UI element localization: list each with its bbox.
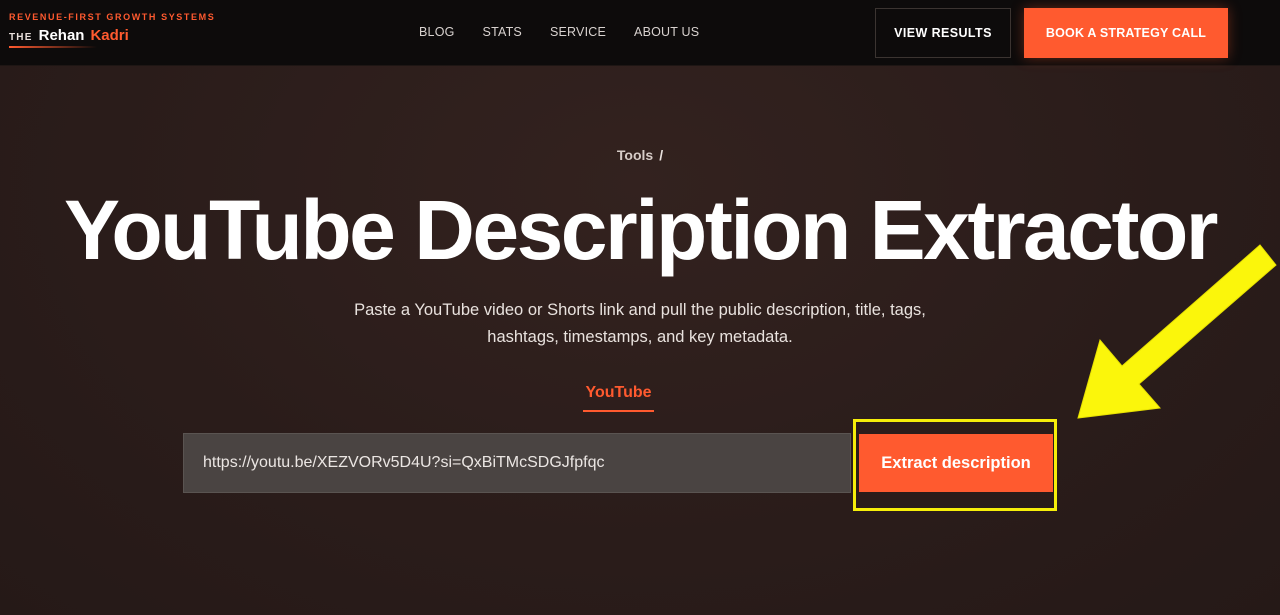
brand-the: THE bbox=[9, 32, 33, 43]
nav-about-us[interactable]: ABOUT US bbox=[634, 25, 699, 39]
site-header: REVENUE-FIRST GROWTH SYSTEMS THE Rehan K… bbox=[0, 0, 1280, 66]
brand-underline bbox=[9, 46, 97, 48]
nav-service[interactable]: SERVICE bbox=[550, 25, 606, 39]
brand-logo[interactable]: REVENUE-FIRST GROWTH SYSTEMS THE Rehan K… bbox=[9, 12, 215, 48]
view-results-button[interactable]: VIEW RESULTS bbox=[875, 8, 1011, 58]
breadcrumb-tools[interactable]: Tools bbox=[617, 147, 653, 163]
arrow-pointer-icon bbox=[1077, 244, 1277, 419]
brand-name-last: Kadri bbox=[90, 27, 129, 44]
youtube-url-input[interactable] bbox=[183, 433, 851, 493]
extract-description-button[interactable]: Extract description bbox=[859, 434, 1053, 492]
brand-name-first: Rehan bbox=[38, 27, 85, 44]
page-subtitle: Paste a YouTube video or Shorts link and… bbox=[354, 301, 926, 346]
page: REVENUE-FIRST GROWTH SYSTEMS THE Rehan K… bbox=[0, 0, 1280, 615]
brand-name-row: THE Rehan Kadri bbox=[9, 27, 215, 44]
nav-stats[interactable]: STATS bbox=[483, 25, 522, 39]
brand-tagline: REVENUE-FIRST GROWTH SYSTEMS bbox=[9, 12, 216, 22]
main-nav: BLOG STATS SERVICE ABOUT US bbox=[419, 25, 699, 39]
breadcrumb-separator: / bbox=[659, 147, 664, 163]
nav-blog[interactable]: BLOG bbox=[419, 25, 455, 39]
tab-youtube[interactable]: YouTube bbox=[583, 384, 654, 412]
book-strategy-call-button[interactable]: BOOK A STRATEGY CALL bbox=[1024, 8, 1228, 58]
breadcrumb: Tools / bbox=[0, 147, 1280, 163]
arrow-shape bbox=[1077, 244, 1277, 419]
